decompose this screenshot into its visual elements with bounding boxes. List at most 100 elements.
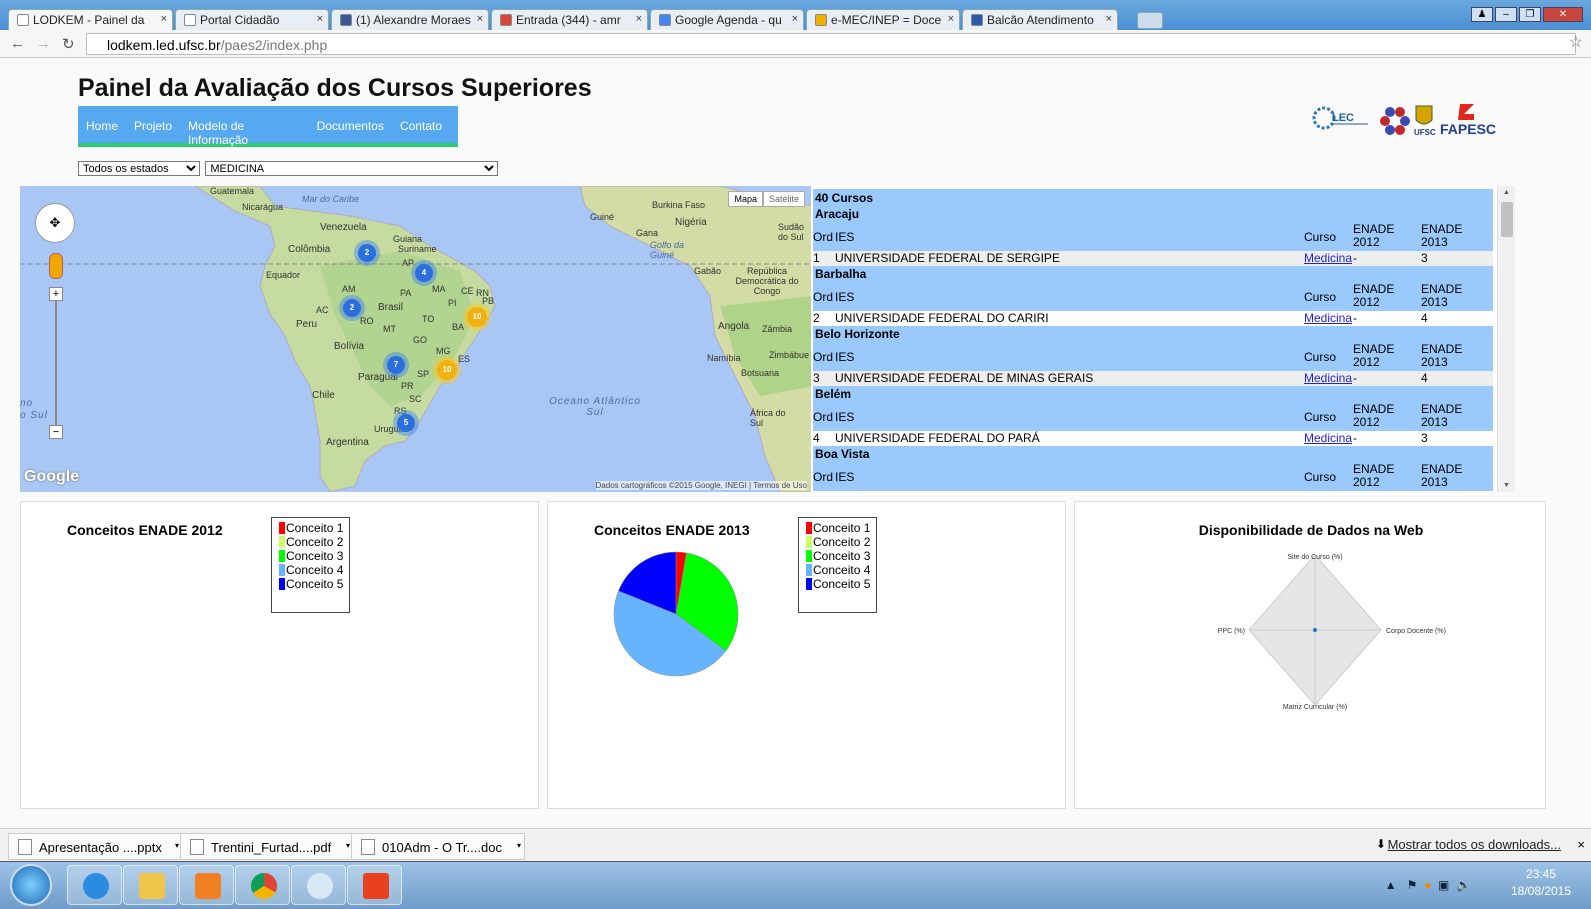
row-curso-link[interactable]: Medicina — [1304, 431, 1352, 446]
browser-tab[interactable]: (1) Alexandre Moraes × — [331, 9, 489, 30]
map-label: Guatemala — [210, 186, 255, 196]
user-icon[interactable]: ♟ — [1471, 7, 1493, 22]
close-downloads-icon[interactable]: × — [1577, 837, 1585, 852]
legend-swatch — [806, 578, 812, 590]
city-header: Boa Vista — [813, 446, 1493, 463]
legend-label: Conceito 2 — [286, 535, 344, 549]
map-label: Botsuana — [741, 368, 780, 378]
minimize-button[interactable]: – — [1495, 7, 1517, 22]
map-cluster-marker[interactable]: 4 — [415, 264, 433, 282]
download-item[interactable]: Apresentação ....pptx ▾ — [8, 833, 183, 860]
enade-2012-legend: Conceito 1 Conceito 2 Conceito 3 Conceit… — [271, 517, 350, 613]
course-list-panel[interactable]: 40 Cursos Aracaju Ord IES Curso ENADE 2012 EN… — [811, 186, 1515, 492]
col-ord: Ord — [813, 470, 834, 484]
zoom-slider-track[interactable] — [55, 301, 57, 431]
forward-icon[interactable]: → — [36, 35, 51, 52]
tab-close-icon[interactable]: × — [636, 13, 642, 25]
map-type-mapa[interactable]: Mapa — [728, 191, 763, 207]
tray-expand-icon[interactable]: ▲ — [1385, 878, 1397, 892]
legend-item: Conceito 4 — [279, 563, 349, 577]
download-item[interactable]: 010Adm - O Tr....doc ▾ — [351, 833, 525, 860]
network-icon[interactable]: ▣ — [1438, 878, 1449, 892]
map-cluster-marker[interactable]: 5 — [397, 414, 415, 432]
map-cluster-marker[interactable]: 10 — [437, 360, 457, 380]
scroll-thumb[interactable] — [1501, 202, 1513, 237]
start-button[interactable] — [10, 864, 52, 906]
new-tab-button[interactable] — [1137, 12, 1163, 29]
browser-tab[interactable]: Portal Cidadão × — [175, 9, 329, 30]
flag-icon[interactable]: ⚑ — [1407, 878, 1418, 892]
bookmark-star-icon[interactable]: ☆ — [1569, 32, 1583, 52]
map-attribution[interactable]: Dados cartográficos ©2015 Google, INEGI … — [595, 481, 807, 490]
course-select[interactable]: MEDICINA — [205, 161, 499, 176]
lec-logo-text: LEC — [1332, 112, 1354, 124]
tab-close-icon[interactable]: × — [161, 13, 167, 25]
col-curso: Curso — [1304, 410, 1337, 424]
zoom-out-button[interactable]: − — [49, 425, 63, 439]
map-cluster-marker[interactable]: 10 — [467, 307, 487, 327]
taskbar-media[interactable] — [179, 865, 234, 905]
reload-icon[interactable]: ↻ — [62, 35, 75, 53]
tab-close-icon[interactable]: × — [317, 13, 323, 25]
map[interactable]: Guatemala Nicarágua Mar do Caribe Venezu… — [20, 186, 813, 492]
taskbar-ie[interactable] — [67, 865, 122, 905]
favicon-icon — [500, 14, 512, 26]
menu-documentos[interactable]: Documentos — [317, 119, 384, 143]
download-item[interactable]: Trentini_Furtad....pdf ▾ — [180, 833, 354, 860]
map-cluster-marker[interactable]: 7 — [387, 356, 405, 374]
download-menu-arrow[interactable]: ▾ — [514, 833, 525, 860]
page-content: Painel da Avaliação dos Cursos Superiore… — [0, 58, 1591, 828]
col-ies: IES — [835, 470, 855, 484]
browser-tab[interactable]: e-MEC/INEP = Doce × — [806, 9, 960, 30]
volume-icon[interactable]: 🔈 — [1456, 878, 1471, 892]
download-item-label: Apresentação ....pptx — [39, 840, 162, 855]
legend-swatch — [806, 522, 812, 534]
col-ord: Ord — [813, 230, 834, 244]
menu-home[interactable]: Home — [86, 119, 118, 143]
close-window-button[interactable]: ✕ — [1543, 7, 1583, 22]
download-item-label: Trentini_Furtad....pdf — [211, 840, 332, 855]
avast-icon[interactable]: ● — [1424, 878, 1431, 892]
show-all-downloads-link[interactable]: Mostrar todos os downloads... — [1388, 837, 1561, 852]
state-select[interactable]: Todos os estados — [78, 161, 200, 176]
row-curso-link[interactable]: Medicina — [1304, 371, 1352, 386]
browser-tab[interactable]: Entrada (344) - amr × — [491, 9, 648, 30]
clock[interactable]: 23:45 18/08/2015 — [1501, 866, 1581, 900]
scroll-down-icon[interactable]: ▼ — [1503, 482, 1510, 489]
browser-tab[interactable]: Balcão Atendimento × — [962, 9, 1118, 30]
system-tray: ▲ ⚑ ● ▣ 🔈 — [1385, 878, 1471, 892]
browser-tab[interactable]: LODKEM - Painel da × — [8, 9, 173, 30]
pegman-icon[interactable] — [49, 253, 63, 279]
menu-contato[interactable]: Contato — [400, 119, 442, 143]
address-bar: ← → ↻ lodkem.led.ufsc.br/paes2/index.php… — [0, 30, 1591, 58]
tab-close-icon[interactable]: × — [477, 13, 483, 25]
course-list-scrollbar[interactable]: ▲ ▼ — [1497, 186, 1515, 492]
zoom-in-button[interactable]: + — [49, 287, 63, 301]
map-type-satelite[interactable]: Satélite — [762, 191, 805, 207]
browser-tab[interactable]: Google Agenda - qu × — [650, 9, 804, 30]
menu-modelo[interactable]: Modelo de Informação — [188, 119, 301, 147]
taskbar-app[interactable] — [347, 865, 402, 905]
menu-projeto[interactable]: Projeto — [134, 119, 172, 143]
row-curso-link[interactable]: Medicina — [1304, 251, 1352, 266]
tab-close-icon[interactable]: × — [792, 13, 798, 25]
map-cluster-marker[interactable]: 2 — [358, 244, 376, 262]
map-cluster-marker[interactable]: 2 — [343, 299, 361, 317]
taskbar-explorer[interactable] — [123, 865, 178, 905]
row-ies: UNIVERSIDADE FEDERAL DE MINAS GERAIS — [835, 371, 1094, 385]
tab-close-icon[interactable]: × — [948, 13, 954, 25]
map-label: Bolívia — [334, 341, 365, 352]
maximize-button[interactable]: ❐ — [1519, 7, 1541, 22]
taskbar-chrome[interactable] — [235, 865, 290, 905]
col-ies: IES — [835, 410, 855, 424]
row-curso-link[interactable]: Medicina — [1304, 311, 1352, 326]
tab-close-icon[interactable]: × — [1106, 13, 1112, 25]
scroll-up-icon[interactable]: ▲ — [1503, 189, 1510, 196]
download-arrow-icon: ⬇ — [1375, 837, 1386, 851]
url-input[interactable]: lodkem.led.ufsc.br/paes2/index.php — [86, 33, 1576, 55]
partner-logos: LEC UFSC FAPESC — [1312, 102, 1522, 138]
pan-control-icon[interactable]: ✥ — [35, 203, 75, 243]
back-icon[interactable]: ← — [10, 35, 25, 52]
taskbar-paint[interactable] — [291, 865, 346, 905]
city-header: Barbalha — [813, 266, 1493, 283]
